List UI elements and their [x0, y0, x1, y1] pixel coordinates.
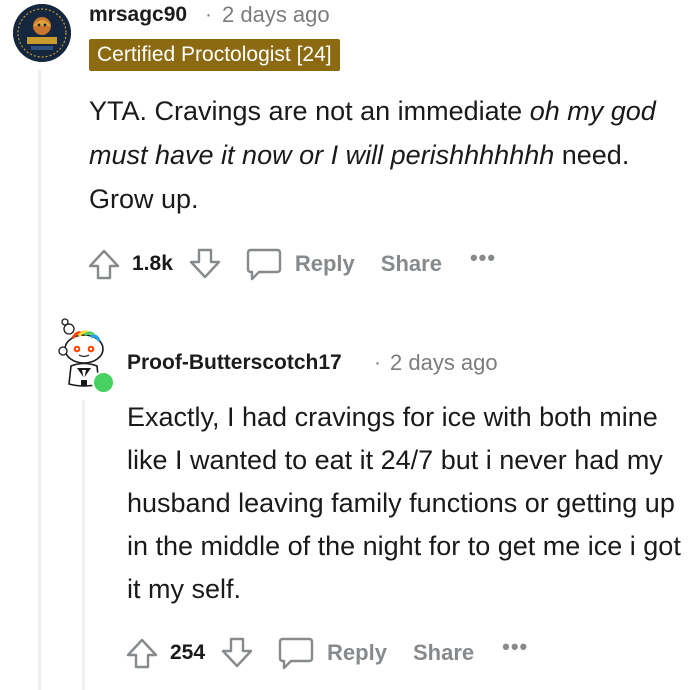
- reply-button[interactable]: Reply: [245, 245, 355, 283]
- comment-bubble-icon: [278, 637, 314, 670]
- woman-inherits-earth-avatar-icon: [13, 4, 71, 62]
- timestamp[interactable]: 2 days ago: [222, 2, 330, 28]
- upvote-icon[interactable]: [86, 246, 122, 282]
- share-button[interactable]: Share: [381, 251, 442, 277]
- avatar[interactable]: [13, 4, 71, 62]
- reply-button[interactable]: Reply: [277, 634, 387, 672]
- username[interactable]: Proof-Butterscotch17: [127, 351, 342, 375]
- thread-line-reply[interactable]: [82, 400, 85, 690]
- comment-body: YTA. Cravings are not an immediate oh my…: [89, 89, 689, 221]
- comment-body: Exactly, I had cravings for ice with bot…: [127, 402, 681, 604]
- downvote-icon[interactable]: [219, 635, 255, 671]
- comment-bubble-icon: [246, 248, 282, 281]
- meta-separator: ·: [374, 351, 381, 374]
- online-status-indicator: [92, 371, 115, 394]
- vote-count: 254: [170, 641, 206, 664]
- user-flair: Certified Proctologist [24]: [89, 39, 340, 71]
- reply-label[interactable]: Reply: [295, 251, 355, 277]
- username[interactable]: mrsagc90: [89, 3, 187, 27]
- comment-text: YTA. Cravings are not an immediate: [89, 96, 530, 126]
- timestamp[interactable]: 2 days ago: [390, 350, 498, 376]
- more-options-icon[interactable]: •••: [502, 636, 528, 658]
- share-button[interactable]: Share: [413, 640, 474, 666]
- vote-count: 1.8k: [132, 252, 173, 275]
- upvote-icon[interactable]: [124, 635, 160, 671]
- meta-separator: ·: [205, 3, 212, 26]
- thread-line-top[interactable]: [38, 70, 41, 690]
- comment-actions: 254 Reply Share •••: [124, 633, 528, 673]
- downvote-icon[interactable]: [187, 246, 223, 282]
- reply-label[interactable]: Reply: [327, 640, 387, 666]
- more-options-icon[interactable]: •••: [470, 247, 496, 269]
- comment-actions: 1.8k Reply Share •••: [86, 244, 496, 284]
